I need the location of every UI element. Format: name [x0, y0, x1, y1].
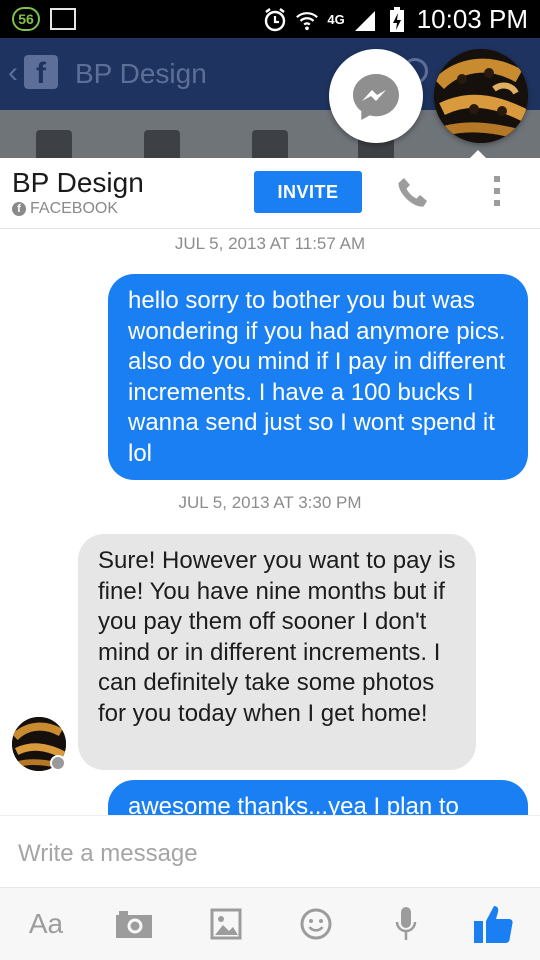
notification-badge: 56 [12, 7, 40, 31]
microphone-icon[interactable] [386, 902, 426, 946]
alarm-icon [265, 7, 286, 31]
incoming-message[interactable]: Sure! However you want to pay is fine! Y… [78, 534, 476, 770]
background-app-title: BP Design [75, 58, 207, 89]
message-timestamp: JUL 5, 2013 AT 11:57 AM [174, 234, 366, 253]
invite-button[interactable]: INVITE [254, 171, 362, 213]
contact-chathead-avatar[interactable] [434, 49, 528, 143]
composer [0, 815, 540, 887]
battery-charging-icon [389, 6, 404, 32]
contact-name: BP Design [12, 167, 144, 198]
composer-toolbar: Aa [0, 887, 540, 960]
outgoing-message[interactable]: awesome thanks...yea I plan to [108, 780, 528, 815]
panel-caret [468, 150, 488, 160]
message-input[interactable] [18, 836, 518, 872]
emoji-icon[interactable] [296, 902, 336, 946]
clock: 10:03 PM [416, 4, 528, 34]
gallery-icon[interactable] [206, 902, 246, 946]
text-format-icon[interactable]: Aa [26, 902, 66, 946]
more-options-icon[interactable] [488, 176, 506, 210]
camera-icon[interactable] [114, 902, 154, 946]
message-list[interactable]: JUL 5, 2013 AT 11:57 AM hello sorry to b… [0, 229, 540, 815]
messages-tab-icon [252, 130, 288, 158]
messenger-chathead-button[interactable] [329, 49, 423, 143]
signal-icon [354, 10, 375, 31]
page-tab-icon [36, 130, 72, 158]
ball-python-avatar-icon [434, 49, 528, 143]
facebook-badge-icon [50, 755, 66, 771]
network-type: 4G [327, 12, 345, 27]
facebook-small-icon: f [12, 202, 26, 216]
messenger-icon [353, 74, 399, 120]
contact-source: f FACEBOOK [12, 200, 118, 218]
friends-tab-icon [144, 130, 180, 158]
back-chevron-icon: ‹ [8, 56, 18, 89]
wifi-icon [296, 11, 319, 30]
gallery-notification-icon [50, 8, 76, 30]
message-timestamp: JUL 5, 2013 AT 3:30 PM [178, 493, 362, 512]
contact-source-label: FACEBOOK [30, 200, 119, 217]
facebook-logo-icon: f [24, 55, 58, 90]
outgoing-message[interactable]: hello sorry to bother you but was wonder… [108, 274, 528, 480]
like-icon[interactable] [472, 902, 516, 946]
phone-icon[interactable] [395, 175, 431, 211]
status-bar: 56 4G 10:03 PM [0, 0, 540, 38]
